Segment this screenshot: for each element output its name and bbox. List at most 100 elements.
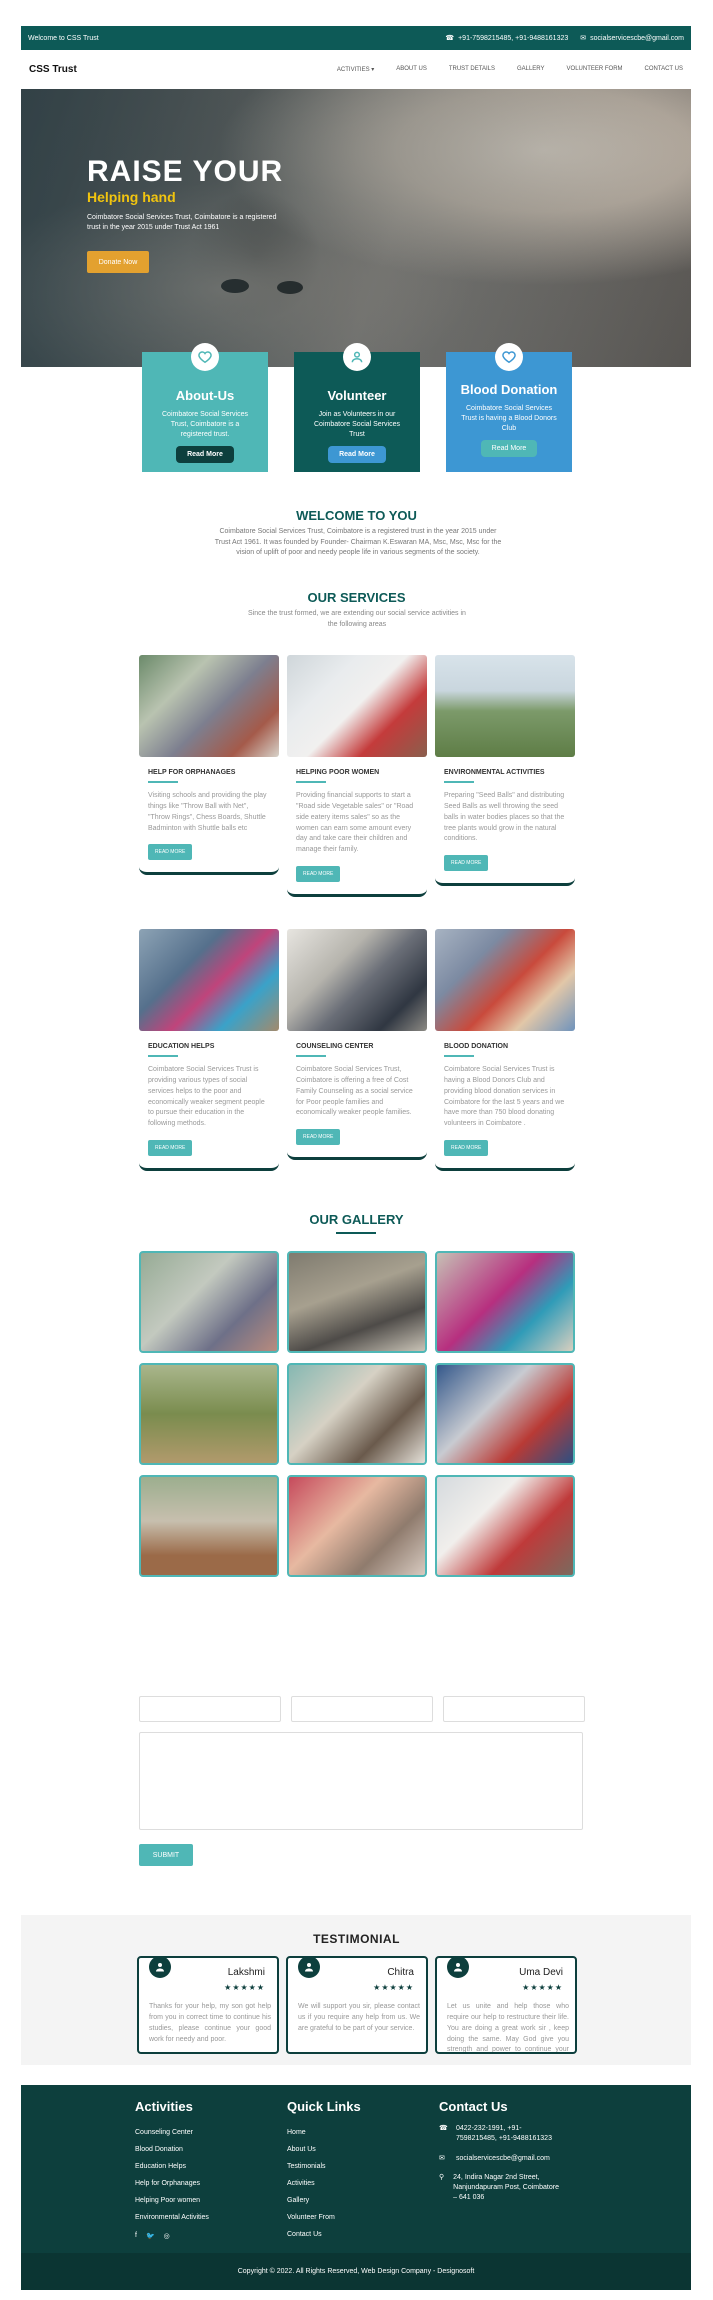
service-photo <box>435 929 575 1031</box>
welcome-text: Welcome to CSS Trust <box>28 34 99 42</box>
footer: Activities Counseling Center Blood Donat… <box>21 2085 691 2253</box>
service-photo <box>287 929 427 1031</box>
nav-gallery[interactable]: GALLERY <box>517 66 545 73</box>
service-title: EDUCATION HELPS <box>148 1043 215 1050</box>
footer-link[interactable]: Blood Donation <box>135 2141 209 2158</box>
service-title: HELPING POOR WOMEN <box>296 769 380 776</box>
service-card-counseling: COUNSELING CENTER Coimbatore Social Serv… <box>287 929 427 1161</box>
name-field[interactable] <box>139 1696 281 1722</box>
hero-title: RAISE YOUR <box>87 155 284 188</box>
submit-button[interactable]: SUBMIT <box>139 1844 193 1866</box>
divider <box>444 1055 474 1057</box>
avatar-icon <box>149 1958 171 1978</box>
divider <box>148 781 178 783</box>
phone-info[interactable]: ☎ +91-7598215485, +91-9488161323 <box>445 34 568 42</box>
read-more-button[interactable]: READ MORE <box>296 866 341 883</box>
email-field[interactable] <box>291 1696 433 1722</box>
footer-link[interactable]: Counseling Center <box>135 2124 209 2141</box>
service-title: COUNSELING CENTER <box>296 1043 374 1050</box>
volunteer-read-more-button[interactable]: Read More <box>328 446 386 464</box>
gallery-image[interactable] <box>435 1251 575 1353</box>
nav-trust-details[interactable]: TRUST DETAILS <box>449 66 495 73</box>
phone-icon: ☎ <box>445 35 455 42</box>
service-title: BLOOD DONATION <box>444 1043 509 1050</box>
read-more-button[interactable]: READ MORE <box>296 1129 341 1146</box>
card-text: Coimbatore Social Services Trust is havi… <box>461 404 557 432</box>
gallery-image[interactable] <box>287 1363 427 1465</box>
social-links: f 🐦 ◎ <box>135 2232 209 2240</box>
card-text: Join as Volunteers in our Coimbatore Soc… <box>314 410 400 438</box>
phone-icon: ☎ <box>439 2125 448 2132</box>
donate-now-button[interactable]: Donate Now <box>87 251 149 273</box>
footer-link[interactable]: Testimonials <box>287 2158 361 2175</box>
avatar-icon <box>298 1958 320 1978</box>
gallery-image[interactable] <box>287 1251 427 1353</box>
gallery-title: OUR GALLERY <box>309 1212 404 1227</box>
contact-email: ✉ socialservicescbe@gmail.com <box>439 2154 550 2162</box>
nav-activities[interactable]: ACTIVITIES ▾ <box>337 66 374 73</box>
service-title: HELP FOR ORPHANAGES <box>148 769 236 776</box>
divider <box>148 1055 178 1057</box>
location-pin-icon: ⚲ <box>439 2174 445 2182</box>
footer-link[interactable]: Help for Orphanages <box>135 2175 209 2192</box>
email-info[interactable]: ✉ socialservicescbe@gmail.com <box>580 34 684 42</box>
main-menu: ACTIVITIES ▾ ABOUT US TRUST DETAILS GALL… <box>337 66 683 73</box>
mail-icon: ✉ <box>439 2154 445 2162</box>
card-title: Blood Donation <box>460 382 558 397</box>
chevron-down-icon: ▾ <box>371 66 375 73</box>
nav-contact[interactable]: CONTACT US <box>645 66 683 73</box>
gallery-image[interactable] <box>139 1363 279 1465</box>
testimonial-name: Lakshmi <box>227 1967 265 1978</box>
brand-logo[interactable]: CSS Trust <box>29 64 77 75</box>
testimonial-name: Uma Devi <box>519 1967 563 1978</box>
phone-field[interactable] <box>443 1696 585 1722</box>
twitter-icon[interactable]: 🐦 <box>146 2232 155 2240</box>
footer-link[interactable]: Gallery <box>287 2192 361 2209</box>
rating-stars: ★★★★★ <box>373 1983 414 1992</box>
footer-contact: Contact Us ☎ 0422-232-1991, +91-75982154… <box>439 2099 559 2213</box>
footer-link[interactable]: Volunteer From <box>287 2209 361 2226</box>
facebook-icon[interactable]: f <box>135 2232 137 2240</box>
contact-phone: ☎ 0422-232-1991, +91-7598215485, +91-948… <box>439 2125 552 2142</box>
gallery-image[interactable] <box>287 1475 427 1577</box>
read-more-button[interactable]: READ MORE <box>444 855 489 872</box>
about-read-more-button[interactable]: Read More <box>176 446 234 464</box>
footer-link[interactable]: Contact Us <box>287 2226 361 2243</box>
services-title: OUR SERVICES <box>307 590 406 605</box>
service-text: Providing financial supports to start a … <box>296 792 414 854</box>
read-more-button[interactable]: READ MORE <box>148 1140 193 1157</box>
footer-link[interactable]: Environmental Activities <box>135 2209 209 2226</box>
gallery-divider <box>336 1232 376 1234</box>
testimonial-text: Thanks for your help, my son got help fr… <box>149 2003 271 2043</box>
nav-volunteer-form[interactable]: VOLUNTEER FORM <box>567 66 623 73</box>
service-text: Coimbatore Social Services Trust, Coimba… <box>296 1066 413 1117</box>
gallery-image[interactable] <box>435 1475 575 1577</box>
card-text: Coimbatore Social Services Trust, Coimba… <box>162 410 248 438</box>
divider <box>296 781 326 783</box>
gallery-image[interactable] <box>139 1475 279 1577</box>
card-title: Volunteer <box>327 388 387 403</box>
footer-link[interactable]: About Us <box>287 2141 361 2158</box>
testimonial-title: TESTIMONIAL <box>313 1932 400 1946</box>
message-field[interactable] <box>139 1732 583 1830</box>
gallery-image[interactable] <box>435 1363 575 1465</box>
read-more-button[interactable]: READ MORE <box>148 844 193 861</box>
divider <box>296 1055 326 1057</box>
nav-about[interactable]: ABOUT US <box>396 66 427 73</box>
gallery-image[interactable] <box>139 1251 279 1353</box>
top-bar: Welcome to CSS Trust ☎ +91-7598215485, +9… <box>21 26 691 50</box>
footer-link[interactable]: Helping Poor women <box>135 2192 209 2209</box>
service-text: Coimbatore Social Services Trust is havi… <box>444 1066 565 1128</box>
blood-read-more-button[interactable]: Read More <box>480 440 538 458</box>
instagram-icon[interactable]: ◎ <box>164 2232 170 2240</box>
hero-banner: RAISE YOUR Helping hand Coimbatore Socia… <box>21 89 691 367</box>
footer-link[interactable]: Home <box>287 2124 361 2141</box>
services-text: Since the trust formed, we are extending… <box>248 610 466 628</box>
read-more-button[interactable]: READ MORE <box>444 1140 489 1157</box>
service-photo <box>139 929 279 1031</box>
footer-link[interactable]: Activities <box>287 2175 361 2192</box>
footer-link[interactable]: Education Helps <box>135 2158 209 2175</box>
volunteer-card: Volunteer Join as Volunteers in our Coim… <box>294 343 420 472</box>
testimonial-card: Lakshmi ★★★★★ Thanks for your help, my s… <box>137 1956 279 2054</box>
testimonial-text: We will support you sir, please contact … <box>298 2003 420 2032</box>
